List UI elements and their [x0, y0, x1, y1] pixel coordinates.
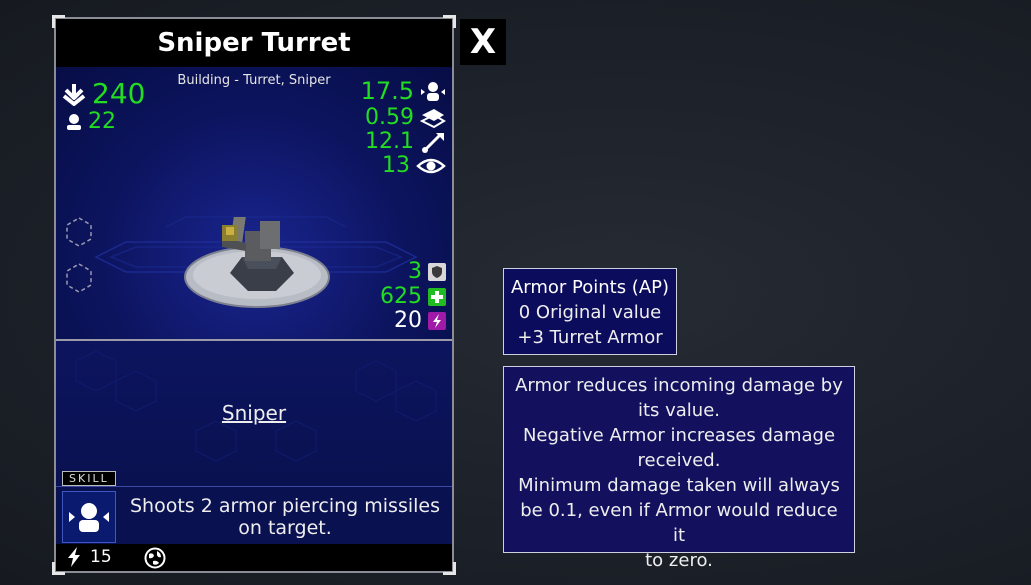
range-value: 12.1	[365, 129, 414, 154]
supply-cost-stat: 240	[62, 77, 145, 110]
supply-cost-value: 240	[92, 77, 146, 110]
pawn-icon	[66, 113, 82, 131]
attack-damage-value: 17.5	[360, 77, 414, 105]
card-title: Sniper Turret	[157, 28, 351, 58]
supply-arrow-icon	[62, 82, 86, 106]
energy-cost: 15	[66, 547, 112, 567]
population-stat: 22	[66, 109, 116, 134]
unit-card: Sniper Turret Building - Turret, Sniper …	[52, 15, 456, 575]
armor-description-tooltip: Armor reduces incoming damage by its val…	[503, 366, 855, 571]
health-stat: 625	[380, 284, 446, 309]
eye-icon	[416, 156, 446, 176]
armor-value: 3	[408, 259, 422, 284]
population-value: 22	[88, 109, 116, 134]
skill-name-link[interactable]: Sniper	[56, 401, 452, 425]
tooltip-line: Minimum damage taken will always	[518, 475, 840, 496]
tooltip-line: Negative Armor increases damage	[522, 425, 836, 446]
skill-description-box: Shoots 2 armor piercing missiles on targ…	[56, 486, 452, 545]
empty-upgrade-slot-icon	[66, 217, 92, 247]
tooltip-line: 0 Original value	[518, 302, 662, 323]
attack-speed-stat: 0.59	[365, 105, 446, 130]
tooltip-line: received.	[637, 450, 721, 471]
attack-damage-icon	[420, 79, 446, 103]
attack-damage-stat: 17.5	[361, 77, 446, 105]
attack-speed-icon	[420, 107, 446, 129]
empty-upgrade-slot-icon	[66, 263, 92, 293]
tooltip-line: its value.	[637, 400, 721, 421]
vision-value: 13	[382, 153, 410, 178]
armor-stat[interactable]: 3	[408, 259, 446, 284]
sniper-skill-icon[interactable]	[62, 491, 116, 543]
tooltip-line: to zero.	[645, 550, 713, 571]
health-cross-icon	[428, 287, 446, 306]
card-footer: 15	[56, 544, 452, 571]
health-value: 625	[380, 284, 422, 309]
lightning-icon	[66, 547, 82, 567]
energy-stat: 20	[394, 308, 446, 333]
energy-value: 20	[394, 308, 422, 333]
energy-cost-value: 15	[90, 547, 112, 567]
range-stat: 12.1	[365, 129, 446, 154]
card-title-bar: Sniper Turret	[56, 19, 452, 67]
skill-panel: Sniper	[56, 341, 452, 489]
skill-tag-label: SKILL	[62, 471, 116, 486]
armor-points-tooltip: Armor Points (AP) 0 Original value +3 Tu…	[503, 268, 677, 355]
vision-stat: 13	[382, 153, 446, 178]
close-button[interactable]: X	[460, 19, 506, 65]
skill-description: Shoots 2 armor piercing missiles on targ…	[130, 495, 440, 539]
armor-shield-icon	[428, 262, 446, 281]
unit-portrait-area: Building - Turret, Sniper 240 22 17.5 0.…	[56, 67, 452, 341]
tooltip-line: +3 Turret Armor	[517, 327, 663, 348]
turret-model	[184, 217, 330, 308]
energy-bolt-icon	[428, 311, 446, 330]
tooltip-title: Armor Points (AP)	[510, 277, 670, 298]
tooltip-line: be 0.1, even if Armor would reduce it	[520, 500, 838, 546]
globe-icon[interactable]	[144, 547, 166, 573]
attack-speed-value: 0.59	[365, 105, 414, 130]
range-icon	[420, 131, 446, 153]
tooltip-line: Armor reduces incoming damage by	[515, 375, 843, 396]
